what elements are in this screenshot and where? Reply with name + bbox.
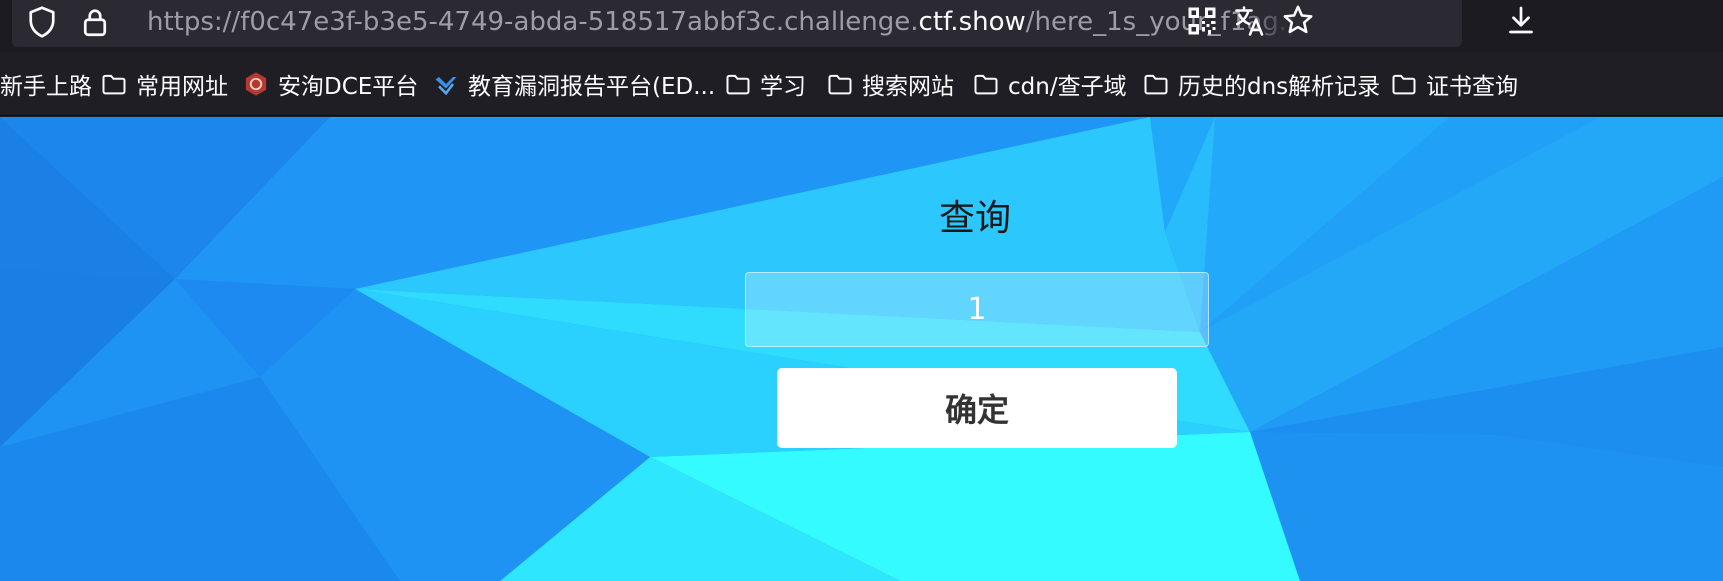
submit-button[interactable]: 确定 [777, 368, 1177, 448]
browser-toolbar: https://f0c47e3f-b3e5-4749-abda-518517ab… [0, 0, 1723, 52]
bookmark-label: 安洵DCE平台 [278, 74, 419, 100]
folder-icon [100, 70, 128, 98]
bookmark-search-sites[interactable]: 搜索网站 [826, 65, 954, 103]
bookmark-label: cdn/查子域 [1008, 74, 1127, 100]
bookmark-edu-src[interactable]: 教育漏洞报告平台(ED... [432, 65, 715, 103]
star-icon[interactable] [1280, 2, 1316, 38]
dce-favicon-icon [242, 70, 270, 98]
bookmark-label: 搜索网站 [862, 74, 954, 100]
bookmark-cdn-subdomain[interactable]: cdn/查子域 [972, 65, 1127, 103]
lock-icon[interactable] [77, 4, 113, 40]
page-content: 查询 确定 [0, 117, 1723, 581]
url-text[interactable]: https://f0c47e3f-b3e5-4749-abda-518517ab… [147, 4, 1297, 40]
url-domain: ctf.show [918, 7, 1026, 37]
polygon-background [0, 117, 1723, 581]
bookmark-label: 历史的dns解析记录 [1178, 74, 1381, 100]
bookmarks-bar: 新手上路 常用网址 安洵DCE平台 教育漏洞报告平台(ED... 学习 搜索网站… [0, 52, 1723, 116]
page-title: 查询 [938, 198, 1011, 239]
bookmark-dns-history[interactable]: 历史的dns解析记录 [1142, 65, 1380, 103]
edu-src-favicon-icon [432, 70, 460, 98]
bookmark-label: 证书查询 [1426, 74, 1518, 100]
bookmark-common-sites[interactable]: 常用网址 [100, 65, 228, 103]
bookmark-label: 学习 [760, 74, 806, 100]
query-input[interactable] [745, 272, 1209, 347]
folder-icon [1142, 70, 1170, 98]
qr-code-icon[interactable] [1184, 3, 1220, 39]
url-prefix: https://f0c47e3f-b3e5-4749-abda-518517ab… [147, 7, 919, 37]
folder-icon [972, 70, 1000, 98]
download-icon[interactable] [1503, 2, 1539, 38]
translate-icon[interactable] [1232, 3, 1268, 39]
bookmark-dce-platform[interactable]: 安洵DCE平台 [242, 65, 418, 103]
bookmark-cert-query[interactable]: 证书查询 [1390, 65, 1518, 103]
address-bar[interactable]: https://f0c47e3f-b3e5-4749-abda-518517ab… [12, 0, 1462, 47]
folder-icon [724, 70, 752, 98]
shield-icon[interactable] [24, 4, 60, 40]
bookmark-label: 新手上路 [0, 74, 92, 100]
folder-icon [826, 70, 854, 98]
bookmark-label: 教育漏洞报告平台(ED... [468, 74, 716, 100]
bookmark-label: 常用网址 [136, 74, 228, 100]
bookmark-study[interactable]: 学习 [724, 65, 806, 103]
bookmark-newbie[interactable]: 新手上路 [0, 65, 92, 103]
folder-icon [1390, 70, 1418, 98]
